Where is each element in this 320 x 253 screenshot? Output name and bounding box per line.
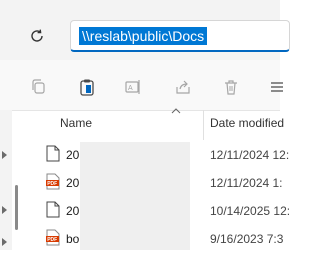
address-input[interactable]: \\reslab\public\Docs xyxy=(70,20,290,52)
document-icon xyxy=(46,201,60,218)
file-name: 20 xyxy=(66,148,80,162)
column-header-date[interactable]: Date modified xyxy=(210,110,284,140)
clipboard-paste-icon[interactable] xyxy=(78,78,96,96)
pdf-icon: PDF xyxy=(46,173,60,190)
file-name: 20 xyxy=(66,176,80,190)
pdf-icon: PDF xyxy=(46,229,60,246)
column-header-name[interactable]: Name xyxy=(60,110,92,140)
address-path-text: \\reslab\public\Docs xyxy=(79,27,208,45)
file-name: 20 xyxy=(66,204,80,218)
file-date: 12/11/2024 12: xyxy=(210,148,290,162)
share-icon[interactable] xyxy=(174,78,192,96)
file-date: 10/14/2025 12: xyxy=(210,204,291,218)
more-options-icon[interactable] xyxy=(268,78,286,96)
column-divider[interactable] xyxy=(203,110,204,140)
file-date: 9/16/2023 7:3 xyxy=(210,232,284,246)
svg-text:PDF: PDF xyxy=(47,237,57,243)
redacted-area xyxy=(80,142,190,250)
svg-text:A: A xyxy=(128,85,133,92)
sort-ascending-icon xyxy=(171,108,181,114)
svg-text:PDF: PDF xyxy=(47,181,57,187)
delete-icon[interactable] xyxy=(222,78,240,96)
file-date: 12/11/2024 1: xyxy=(210,176,283,190)
document-icon xyxy=(46,145,60,162)
copy-icon[interactable] xyxy=(30,78,48,96)
refresh-icon[interactable] xyxy=(28,27,46,45)
file-name: bo xyxy=(66,232,80,246)
rename-icon[interactable]: A xyxy=(124,78,142,96)
